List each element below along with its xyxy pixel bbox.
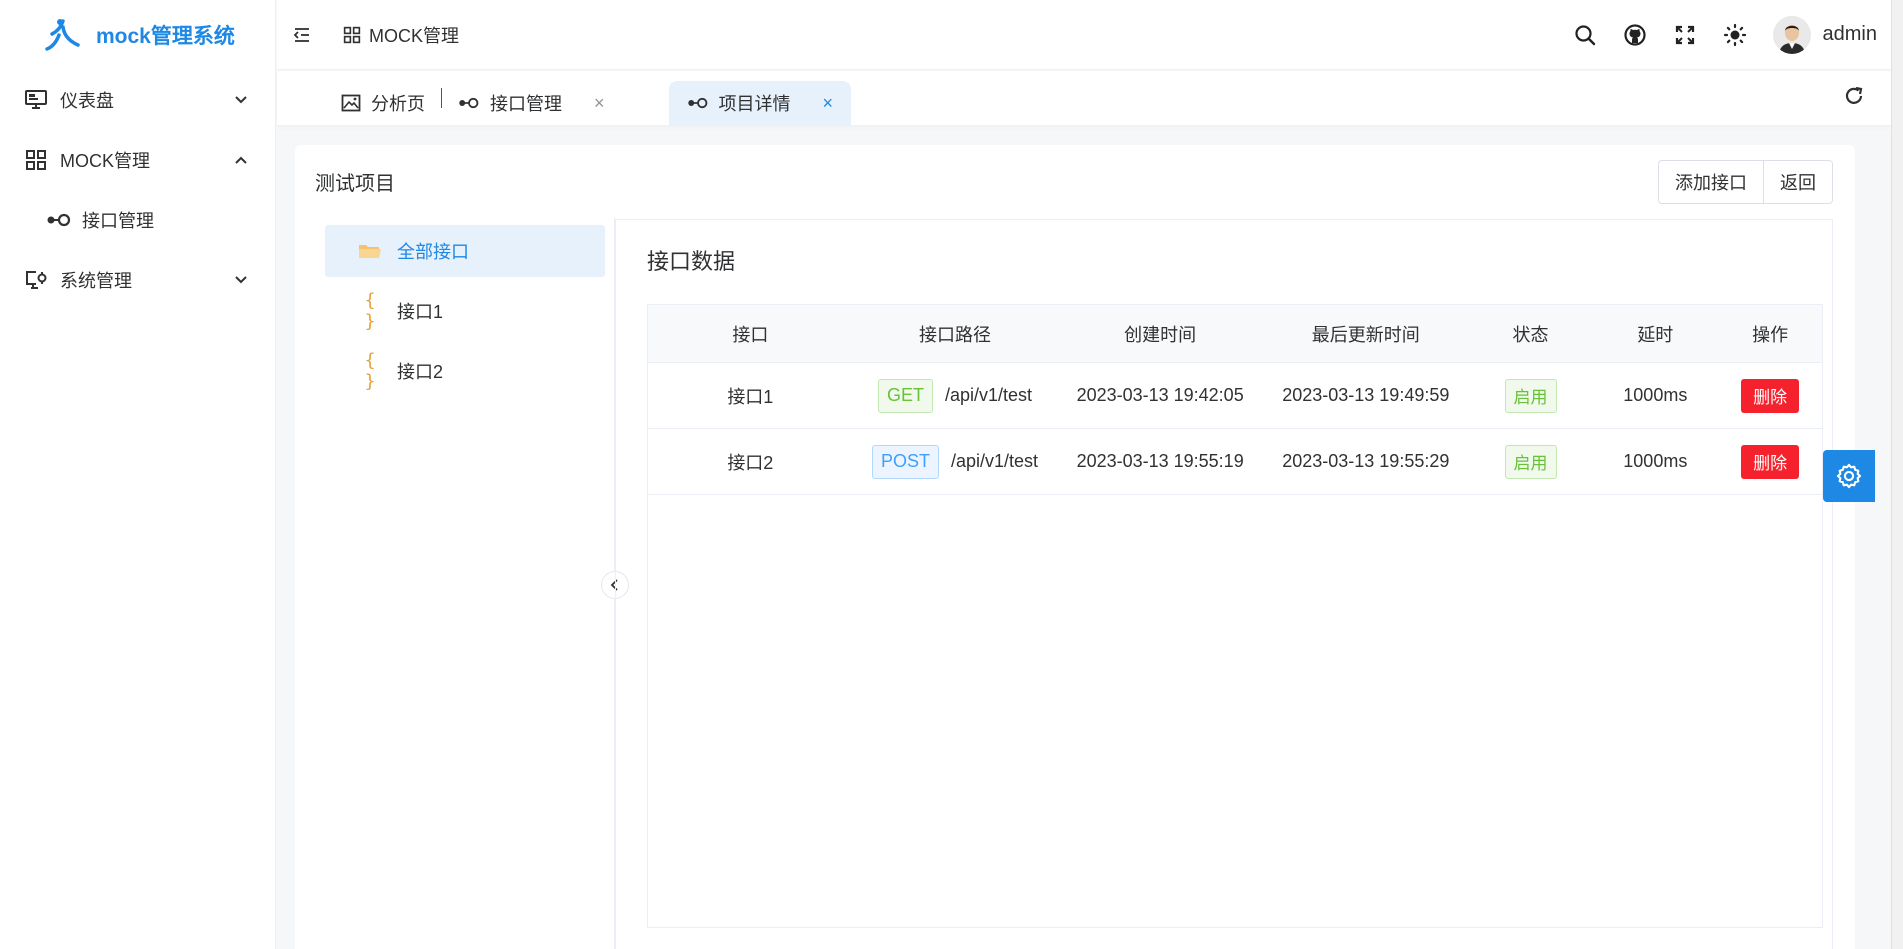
method-badge: GET bbox=[877, 378, 933, 413]
tree-item-label: 全部接口 bbox=[397, 242, 469, 262]
delete-button[interactable]: 删除 bbox=[1741, 444, 1800, 479]
column-header: 最后更新时间 bbox=[1311, 324, 1420, 345]
action-cell: 删除 bbox=[1718, 363, 1822, 428]
status-badge: 启用 bbox=[1504, 444, 1557, 479]
api-link-icon bbox=[458, 96, 480, 110]
api-tree: 全部接口 { } 接口1 { } 接口2 bbox=[325, 225, 605, 405]
user-name[interactable]: admin bbox=[1823, 23, 1877, 46]
close-icon[interactable]: × bbox=[823, 93, 834, 114]
menu-collapse-icon[interactable] bbox=[291, 23, 315, 47]
back-button[interactable]: 返回 bbox=[1764, 160, 1833, 204]
refresh-icon[interactable] bbox=[1843, 85, 1865, 107]
close-icon[interactable]: × bbox=[594, 93, 605, 114]
breadcrumb[interactable]: MOCK管理 bbox=[343, 22, 459, 48]
sidebar-item-api-management[interactable]: 接口管理 bbox=[0, 190, 275, 250]
api-path: /api/v1/test bbox=[944, 385, 1033, 405]
sidebar-item-label: MOCK管理 bbox=[60, 151, 150, 171]
chevron-down-icon bbox=[231, 90, 251, 110]
api-path-cell: GET /api/v1/test bbox=[853, 363, 1058, 428]
tab-analysis[interactable]: 分析页 bbox=[323, 81, 443, 125]
folder-icon bbox=[357, 241, 383, 261]
sidebar-item-label: 接口管理 bbox=[82, 211, 154, 231]
tab-label: 分析页 bbox=[371, 94, 425, 114]
method-badge: POST bbox=[871, 444, 939, 479]
fullscreen-icon[interactable] bbox=[1673, 23, 1697, 47]
top-header: MOCK管理 admin bbox=[277, 0, 1891, 70]
sun-icon[interactable] bbox=[1723, 23, 1747, 47]
api-data-panel: 接口数据 接口 接口路径 创建时间 最后更新时间 状态 延时 操作 接口1 GE… bbox=[615, 219, 1833, 949]
api-name: 接口2 bbox=[727, 452, 774, 473]
page-title: 测试项目 bbox=[315, 173, 395, 195]
chevron-down-icon bbox=[231, 270, 251, 290]
grid-icon bbox=[24, 148, 48, 172]
avatar[interactable] bbox=[1772, 15, 1811, 54]
tree-item-label: 接口2 bbox=[397, 362, 444, 382]
column-header: 操作 bbox=[1752, 324, 1789, 345]
created-time: 2023-03-13 19:42:05 bbox=[1076, 385, 1244, 405]
updated-time: 2023-03-13 19:55:29 bbox=[1282, 451, 1450, 471]
table-row: 接口1 GET /api/v1/test 2023-03-13 19:42:05… bbox=[648, 363, 1822, 429]
search-icon[interactable] bbox=[1573, 23, 1597, 47]
header-actions: admin bbox=[1573, 15, 1891, 54]
vertical-scrollbar[interactable] bbox=[1891, 0, 1903, 949]
sidebar-item-label: 仪表盘 bbox=[60, 91, 114, 111]
table-row: 接口2 POST /api/v1/test 2023-03-13 19:55:1… bbox=[648, 429, 1822, 495]
logo[interactable]: mock管理系统 bbox=[0, 0, 275, 70]
github-icon[interactable] bbox=[1623, 23, 1647, 47]
breadcrumb-label: MOCK管理 bbox=[369, 25, 459, 46]
tabs-bar: 分析页 接口管理 × 项目详情 × bbox=[277, 71, 1891, 125]
monitor-icon bbox=[24, 88, 48, 112]
delete-button[interactable]: 删除 bbox=[1741, 378, 1800, 413]
sidebar-item-system[interactable]: 系统管理 bbox=[0, 250, 275, 310]
delay: 1000ms bbox=[1623, 451, 1688, 471]
sidebar-item-label: 系统管理 bbox=[60, 271, 132, 291]
tree-item-api2[interactable]: { } 接口2 bbox=[325, 345, 605, 397]
settings-button[interactable] bbox=[1823, 450, 1875, 502]
column-header: 接口 bbox=[732, 324, 769, 345]
tab-project-detail[interactable]: 项目详情 × bbox=[668, 81, 852, 125]
status-cell: 启用 bbox=[1469, 363, 1593, 428]
project-card: 测试项目 添加接口 返回 全部接口 { } 接口1 { } 接口2 接口数据 接… bbox=[295, 145, 1855, 949]
api-path: /api/v1/test bbox=[950, 451, 1039, 471]
api-path-cell: POST /api/v1/test bbox=[853, 429, 1058, 494]
column-header: 接口路径 bbox=[918, 324, 991, 345]
tree-item-label: 接口1 bbox=[397, 302, 444, 322]
app-title: mock管理系统 bbox=[96, 25, 235, 48]
column-header: 创建时间 bbox=[1124, 324, 1197, 345]
status-badge: 启用 bbox=[1504, 378, 1557, 413]
add-api-button[interactable]: 添加接口 bbox=[1658, 160, 1764, 204]
gear-icon bbox=[1835, 462, 1863, 490]
braces-icon: { } bbox=[364, 290, 376, 332]
panel-title: 接口数据 bbox=[647, 249, 736, 274]
tree-item-all[interactable]: 全部接口 bbox=[325, 225, 605, 277]
status-cell: 启用 bbox=[1469, 429, 1593, 494]
sidebar-item-dashboard[interactable]: 仪表盘 bbox=[0, 70, 275, 130]
system-settings-icon bbox=[24, 268, 48, 292]
tab-label: 接口管理 bbox=[490, 94, 562, 114]
card-actions: 添加接口 返回 bbox=[1658, 160, 1833, 204]
sidebar: mock管理系统 仪表盘 MOCK管理 接口管理 系统管理 bbox=[0, 0, 276, 949]
column-header: 延时 bbox=[1637, 324, 1674, 345]
api-table: 接口 接口路径 创建时间 最后更新时间 状态 延时 操作 接口1 GET /ap… bbox=[647, 304, 1823, 928]
sidebar-item-mock[interactable]: MOCK管理 bbox=[0, 130, 275, 190]
grid-icon bbox=[343, 26, 361, 44]
updated-time: 2023-03-13 19:49:59 bbox=[1282, 385, 1450, 405]
action-cell: 删除 bbox=[1718, 429, 1822, 494]
logo-icon bbox=[45, 19, 80, 51]
api-name: 接口1 bbox=[727, 386, 774, 407]
column-header: 状态 bbox=[1512, 324, 1549, 345]
braces-icon: { } bbox=[364, 350, 376, 392]
api-link-icon bbox=[46, 210, 72, 230]
created-time: 2023-03-13 19:55:19 bbox=[1076, 451, 1244, 471]
api-link-icon bbox=[687, 96, 709, 110]
tab-label: 项目详情 bbox=[718, 94, 791, 114]
delay: 1000ms bbox=[1623, 385, 1688, 405]
tree-item-api1[interactable]: { } 接口1 bbox=[325, 285, 605, 337]
image-icon bbox=[341, 94, 361, 112]
chevron-up-icon bbox=[231, 150, 251, 170]
tab-api-management[interactable]: 接口管理 × bbox=[440, 81, 623, 125]
table-header: 接口 接口路径 创建时间 最后更新时间 状态 延时 操作 bbox=[648, 305, 1822, 363]
